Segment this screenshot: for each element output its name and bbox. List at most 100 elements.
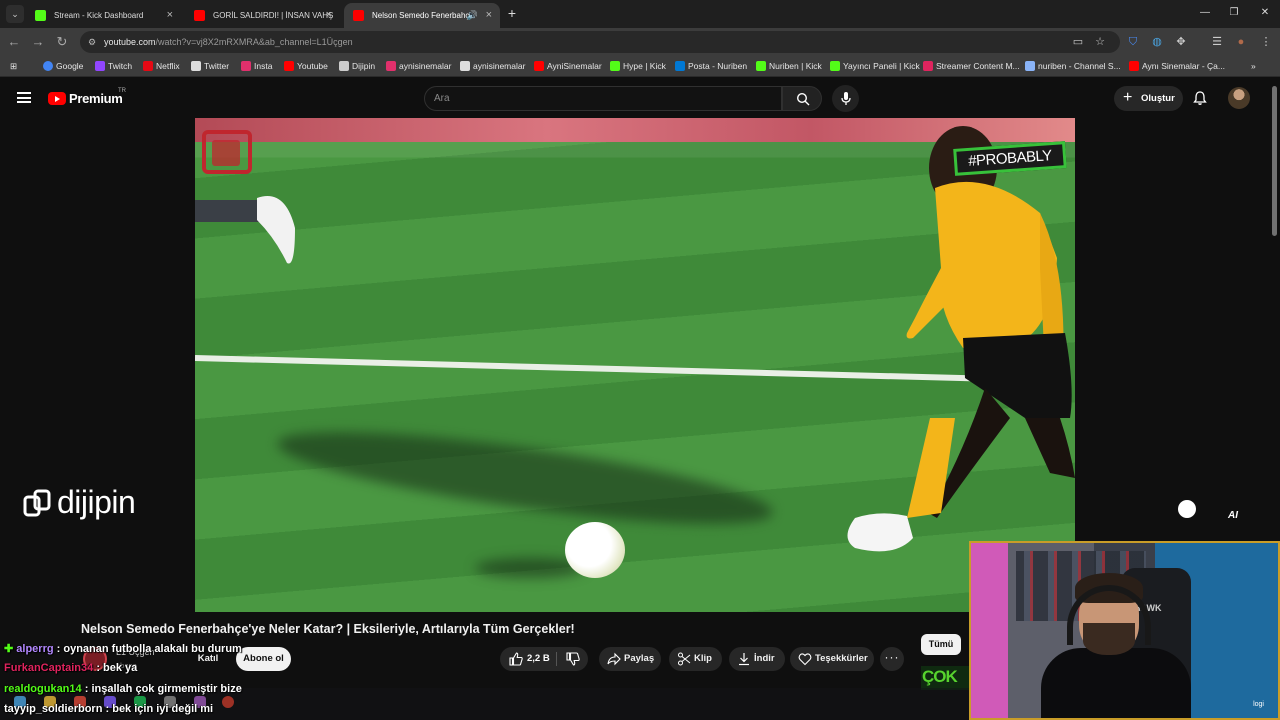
like-dislike-group: 2,2 B bbox=[500, 647, 588, 671]
bookmark-posta[interactable]: Posta - Nuriben bbox=[675, 56, 747, 77]
cast-icon[interactable]: ▭ bbox=[1070, 34, 1086, 50]
filter-chip-all[interactable]: Tümü bbox=[921, 634, 961, 655]
like-divider bbox=[556, 652, 557, 666]
tab-title: Nelson Semedo Fenerbahçe bbox=[372, 11, 474, 20]
close-tab-icon[interactable]: × bbox=[326, 3, 332, 28]
bookmark-aynisinemalar-insta[interactable]: aynisinemalar bbox=[386, 56, 451, 77]
notifications-bell-icon[interactable] bbox=[1192, 90, 1208, 106]
share-button[interactable]: Paylaş bbox=[599, 647, 661, 671]
kick-icon bbox=[756, 61, 766, 71]
extension-globe-icon[interactable]: ◍ bbox=[1149, 34, 1165, 50]
close-tab-icon[interactable]: × bbox=[167, 3, 173, 28]
bookmark-yayinci-paneli[interactable]: Yayıncı Paneli | Kick bbox=[830, 56, 920, 77]
tab-goril[interactable]: GORİL SALDIRDI! | İNSAN VAHŞ × bbox=[185, 3, 340, 28]
close-tab-icon[interactable]: × bbox=[486, 3, 492, 28]
chat-badge-icon: ✚ bbox=[4, 643, 14, 655]
reload-icon[interactable]: ↻ bbox=[54, 34, 70, 50]
bookmark-dijipin[interactable]: Dijipin bbox=[339, 56, 375, 77]
obs-icon[interactable] bbox=[222, 696, 234, 708]
speaker-icon[interactable]: 🔊 bbox=[467, 3, 478, 28]
tab-search-button[interactable]: ⌄ bbox=[6, 5, 24, 23]
page-scrollbar[interactable] bbox=[1271, 80, 1277, 720]
youtube-icon bbox=[353, 10, 364, 21]
bookmark-label: Twitter bbox=[204, 61, 230, 71]
more-bookmarks-icon[interactable]: » bbox=[1251, 56, 1256, 77]
bookmark-hype-kick[interactable]: Hype | Kick bbox=[610, 56, 666, 77]
bookmark-netflix[interactable]: Netflix bbox=[143, 56, 180, 77]
bookmark-label: aynisinemalar bbox=[473, 61, 526, 71]
bookmark-label: Twitch bbox=[108, 61, 133, 71]
premium-label[interactable]: Premium bbox=[69, 91, 123, 106]
clip-button[interactable]: Klip bbox=[669, 647, 722, 671]
tab-kick-dashboard[interactable]: Stream - Kick Dashboard × bbox=[26, 3, 181, 28]
thanks-button[interactable]: Teşekkürler bbox=[790, 647, 874, 671]
bookmark-nuriben-channel[interactable]: nuriben - Channel S... bbox=[1025, 56, 1121, 77]
bookmark-label: aynisinemalar bbox=[399, 61, 452, 71]
youtube-logo-icon[interactable] bbox=[48, 92, 66, 105]
reading-list-icon[interactable]: ☰ bbox=[1209, 34, 1225, 50]
search-input[interactable] bbox=[425, 87, 781, 110]
menu-hamburger-icon[interactable] bbox=[17, 92, 31, 103]
chat-username: realdogukan14 bbox=[4, 683, 82, 695]
bookmark-star-icon[interactable]: ☆ bbox=[1092, 34, 1108, 50]
download-button[interactable]: İndir bbox=[729, 647, 785, 671]
bookmark-youtube[interactable]: Youtube bbox=[284, 56, 328, 77]
restore-icon[interactable]: ❐ bbox=[1227, 6, 1241, 20]
bookmark-ayni-sinemalar[interactable]: Aynı Sinemalar - Ça... bbox=[1129, 56, 1225, 77]
channel-logo-icon bbox=[202, 130, 252, 174]
bookmarks-bar: ⊞ Google Twitch Netflix Twitter Insta Yo… bbox=[0, 56, 1280, 77]
close-window-icon[interactable]: ✕ bbox=[1258, 6, 1272, 20]
bookmark-twitch[interactable]: Twitch bbox=[95, 56, 132, 77]
thumbs-up-icon[interactable] bbox=[509, 652, 523, 666]
chat-username: tayyip_soldierborn bbox=[4, 703, 103, 715]
chat-username: alperrg bbox=[16, 643, 54, 655]
search-icon bbox=[796, 92, 810, 106]
region-code: TR bbox=[118, 88, 126, 94]
youtube-header: Premium TR Oluştur bbox=[0, 78, 1280, 118]
voice-search-button[interactable] bbox=[832, 85, 859, 112]
thanks-label: Teşekkürler bbox=[815, 653, 868, 664]
more-actions-icon[interactable]: ··· bbox=[880, 647, 904, 671]
goalkeeper-arm bbox=[195, 196, 295, 264]
kick-icon bbox=[35, 10, 46, 21]
like-count[interactable]: 2,2 B bbox=[527, 647, 550, 671]
new-tab-button[interactable]: + bbox=[504, 5, 520, 21]
bookmark-label: Streamer Content M... bbox=[936, 61, 1020, 71]
subscribe-button[interactable]: Abone ol bbox=[236, 647, 291, 671]
bookmark-twitter[interactable]: Twitter bbox=[191, 56, 229, 77]
tab-title: Stream - Kick Dashboard bbox=[54, 11, 144, 20]
bookmark-aynisinemalar-x[interactable]: aynisinemalar bbox=[460, 56, 525, 77]
x-icon bbox=[191, 61, 201, 71]
bookmark-nuriben-kick[interactable]: Nuriben | Kick bbox=[756, 56, 822, 77]
create-button[interactable]: Oluştur bbox=[1114, 85, 1183, 111]
extensions-puzzle-icon[interactable]: ✥ bbox=[1173, 34, 1189, 50]
chat-text: : oynanan futbolla alakalı bu durum bbox=[56, 643, 242, 655]
download-icon bbox=[739, 653, 749, 666]
microphone-icon bbox=[841, 92, 851, 105]
kick-icon bbox=[830, 61, 840, 71]
related-video-thumbnail[interactable]: ÇOK BA bbox=[921, 666, 971, 690]
bookmark-streamer-content[interactable]: Streamer Content M... bbox=[923, 56, 1020, 77]
extension-shield-icon[interactable]: ⛉ bbox=[1125, 34, 1141, 50]
profile-icon[interactable]: ● bbox=[1233, 34, 1249, 50]
video-player[interactable]: #PROBABLY bbox=[195, 118, 1075, 612]
streamer-icon bbox=[923, 61, 933, 71]
menu-kebab-icon[interactable]: ⋮ bbox=[1258, 34, 1274, 50]
search-button[interactable] bbox=[782, 86, 822, 111]
netflix-icon bbox=[143, 61, 153, 71]
bookmark-insta[interactable]: Insta bbox=[241, 56, 272, 77]
thumbs-down-icon[interactable] bbox=[566, 652, 580, 666]
site-info-icon[interactable]: ⚙ bbox=[86, 36, 98, 48]
bookmark-aynisinemalar-yt[interactable]: AyniSinemalar bbox=[534, 56, 602, 77]
scrollbar-thumb[interactable] bbox=[1272, 86, 1277, 236]
account-avatar[interactable] bbox=[1228, 87, 1250, 109]
apps-grid-icon[interactable]: ⊞ bbox=[10, 56, 17, 77]
url-bar[interactable]: ⚙ youtube.com/watch?v=vj8X2mRXMRA&ab_cha… bbox=[80, 31, 1120, 53]
bookmark-label: Hype | Kick bbox=[623, 61, 666, 71]
tab-nelson-semedo[interactable]: Nelson Semedo Fenerbahçe 🔊 × bbox=[344, 3, 500, 28]
chat-message-body: bek için iyi değil mi bbox=[112, 703, 214, 715]
bookmark-google[interactable]: Google bbox=[43, 56, 83, 77]
forward-icon[interactable]: → bbox=[30, 34, 46, 50]
minimize-icon[interactable]: — bbox=[1198, 6, 1212, 20]
back-icon[interactable]: ← bbox=[6, 34, 22, 50]
